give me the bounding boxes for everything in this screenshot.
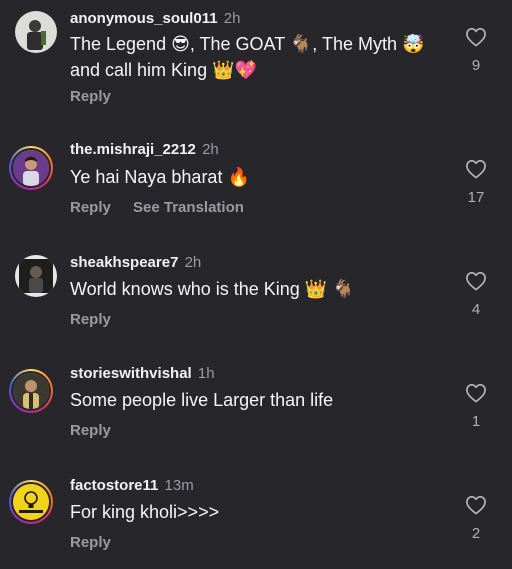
comment-meta: the.mishraji_2212 2h [70, 141, 219, 158]
username[interactable]: the.mishraji_2212 [70, 141, 196, 158]
like-control: 17 [462, 159, 490, 206]
comment-meta: sheakhspeare7 2h [70, 254, 201, 271]
timestamp: 13m [164, 477, 194, 494]
timestamp: 2h [202, 141, 219, 158]
avatar[interactable] [9, 146, 53, 190]
comment-meta: anonymous_soul011 2h [70, 10, 240, 27]
comment-actions: Reply [70, 311, 111, 328]
username[interactable]: factostore11 [70, 477, 158, 494]
comment-text: Some people live Larger than life [70, 390, 334, 410]
heart-outline-icon[interactable] [465, 495, 487, 515]
comment-actions: Reply [70, 422, 111, 439]
comment-meta: factostore11 13m [70, 477, 194, 494]
timestamp: 2h [184, 254, 202, 271]
reply-button[interactable]: Reply [70, 422, 111, 439]
comment-text: World knows who is the King 👑 🐐 [70, 279, 355, 299]
like-count: 4 [471, 301, 481, 318]
like-count: 9 [471, 57, 481, 74]
like-count: 2 [471, 525, 481, 542]
reply-button[interactable]: Reply [70, 534, 111, 551]
heart-outline-icon[interactable] [465, 271, 487, 291]
like-count: 17 [467, 189, 485, 206]
username[interactable]: sheakhspeare7 [70, 254, 178, 271]
avatar-image [13, 150, 49, 186]
comment-text: The Legend 😎, The GOAT 🐐, The Myth 🤯 and… [70, 34, 425, 80]
avatar-image [13, 484, 49, 520]
like-control: 9 [462, 27, 490, 74]
avatar-image [15, 255, 57, 297]
username[interactable]: anonymous_soul011 [70, 10, 218, 27]
timestamp: 1h [197, 365, 215, 382]
heart-outline-icon[interactable] [465, 383, 487, 403]
avatar[interactable] [9, 480, 53, 524]
reply-button[interactable]: Reply [70, 311, 111, 328]
heart-outline-icon[interactable] [465, 27, 487, 47]
like-count: 1 [471, 413, 481, 430]
comment-meta: storieswithvishal 1h [70, 365, 215, 382]
avatar[interactable] [9, 369, 53, 413]
heart-outline-icon[interactable] [465, 159, 487, 179]
comment-actions: Reply See Translation [70, 199, 244, 216]
reply-button[interactable]: Reply [70, 199, 111, 216]
comment-actions: Reply [70, 88, 111, 105]
see-translation-button[interactable]: See Translation [133, 199, 244, 216]
comment-actions: Reply [70, 534, 111, 551]
avatar[interactable] [15, 255, 57, 297]
avatar-image [15, 11, 57, 53]
avatar-image [13, 373, 49, 409]
like-control: 4 [462, 271, 490, 318]
comment-text: Ye hai Naya bharat 🔥 [70, 167, 250, 187]
reply-button[interactable]: Reply [70, 88, 111, 105]
avatar[interactable] [15, 11, 57, 53]
username[interactable]: storieswithvishal [70, 365, 192, 382]
like-control: 1 [462, 383, 490, 430]
like-control: 2 [462, 495, 490, 542]
comment-text: For king kholi>>>> [70, 502, 220, 522]
timestamp: 2h [223, 10, 241, 27]
